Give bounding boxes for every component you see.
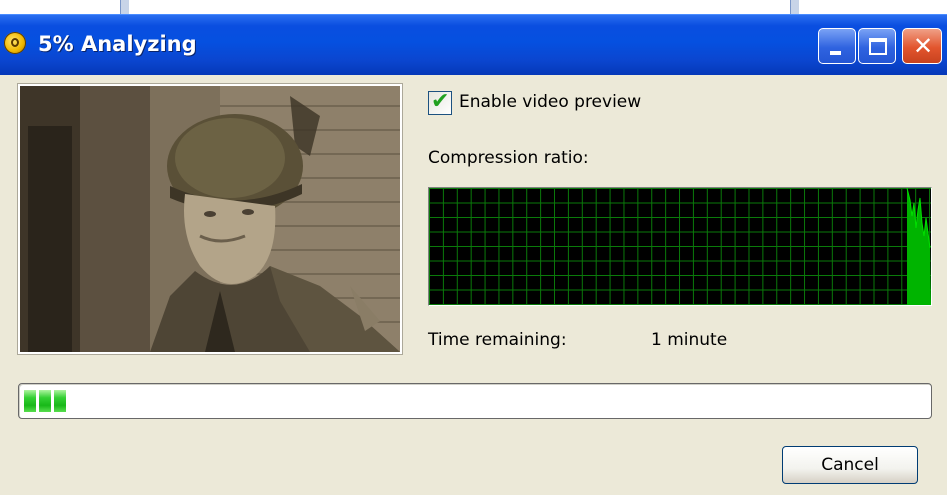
enable-preview-checkbox[interactable]: ✔ xyxy=(428,89,452,115)
video-preview xyxy=(18,84,402,354)
progress-fill xyxy=(24,390,66,412)
background-window xyxy=(0,0,947,14)
minimize-button[interactable] xyxy=(818,28,856,64)
video-frame-image xyxy=(20,86,400,352)
app-disc-icon xyxy=(4,32,26,54)
time-remaining-value: 1 minute xyxy=(651,330,728,350)
progress-block xyxy=(54,390,66,412)
background-window-edge xyxy=(790,0,799,14)
compression-ratio-graph xyxy=(428,187,932,306)
maximize-icon xyxy=(869,38,887,55)
enable-preview-label[interactable]: Enable video preview xyxy=(459,90,641,114)
background-window-edge xyxy=(120,0,129,14)
close-icon: ✕ xyxy=(912,32,934,60)
progress-bar xyxy=(18,383,932,419)
compression-ratio-trace xyxy=(906,188,931,305)
progress-block xyxy=(39,390,51,412)
cancel-button[interactable]: Cancel xyxy=(782,446,918,484)
progress-block xyxy=(24,390,36,412)
title-bar[interactable]: 5% Analyzing ✕ xyxy=(0,14,947,75)
maximize-button[interactable] xyxy=(858,28,896,64)
minimize-icon xyxy=(830,51,841,55)
window-title: 5% Analyzing xyxy=(38,32,197,56)
checkmark-icon: ✔ xyxy=(431,89,450,114)
close-button[interactable]: ✕ xyxy=(902,28,942,64)
time-remaining-label: Time remaining: xyxy=(428,330,567,350)
compression-ratio-label: Compression ratio: xyxy=(428,148,589,168)
